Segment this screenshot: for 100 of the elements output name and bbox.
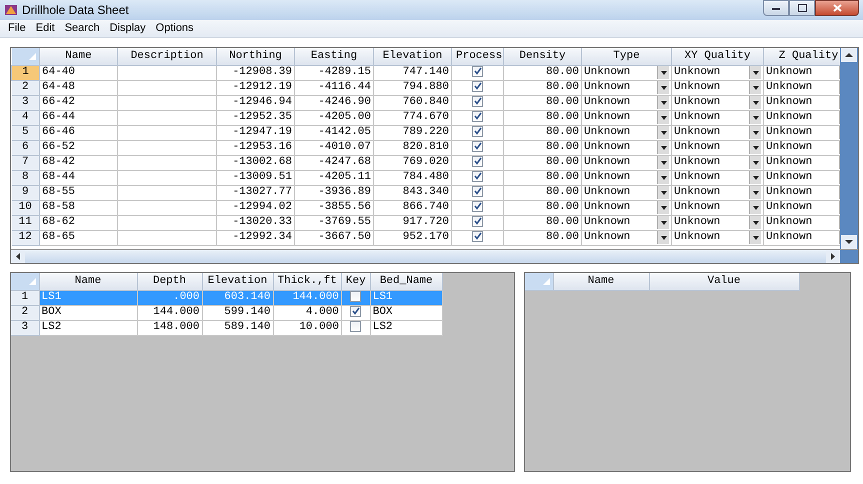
checkbox[interactable] xyxy=(472,80,483,92)
table-cell: 794.880 xyxy=(374,80,452,95)
minimize-button[interactable] xyxy=(763,0,789,16)
table-cell: -3769.55 xyxy=(294,215,374,230)
table-cell: -4116.44 xyxy=(294,80,374,95)
column-header[interactable]: Density xyxy=(504,48,582,65)
table-cell: 747.140 xyxy=(374,65,452,80)
caret-icon xyxy=(660,220,666,224)
table-cell: 144.000 xyxy=(273,290,342,305)
row-header[interactable]: 9 xyxy=(12,185,40,200)
caret-icon xyxy=(752,100,758,104)
table-cell: -4142.05 xyxy=(294,125,374,140)
vertical-scrollbar[interactable] xyxy=(840,48,858,249)
table-cell: -12947.19 xyxy=(216,125,294,140)
dropdown-value: Unknown xyxy=(584,66,630,79)
menu-item[interactable]: Options xyxy=(156,20,194,37)
column-header[interactable]: Depth xyxy=(137,273,202,290)
dropdown-value: Unknown xyxy=(674,141,720,154)
table-cell: 80.00 xyxy=(504,95,582,110)
row-header[interactable]: 3 xyxy=(11,320,39,335)
column-header[interactable]: Name xyxy=(40,48,118,65)
row-header[interactable]: 1 xyxy=(12,65,40,80)
row-header[interactable]: 7 xyxy=(12,155,40,170)
checkbox[interactable] xyxy=(472,140,483,152)
column-header[interactable]: Easting xyxy=(294,48,374,65)
caret-icon xyxy=(752,160,758,164)
close-button[interactable] xyxy=(815,0,859,16)
table-cell: 599.140 xyxy=(202,305,273,320)
checkbox[interactable] xyxy=(472,186,483,197)
table-cell: 952.170 xyxy=(374,230,452,245)
checkbox[interactable] xyxy=(350,306,362,317)
row-header[interactable]: 3 xyxy=(12,95,40,110)
table-cell: -3667.50 xyxy=(294,230,374,245)
menu-item[interactable]: Search xyxy=(64,20,100,37)
caret-icon xyxy=(660,160,666,164)
dropdown-value: Unknown xyxy=(674,231,720,244)
dropdown-value: Unknown xyxy=(674,66,720,79)
table-cell: LS1 xyxy=(39,290,137,305)
row-header[interactable]: 4 xyxy=(12,110,40,125)
table-cell: -4010.07 xyxy=(294,140,374,155)
caret-icon xyxy=(660,70,666,74)
table-cell: -4289.15 xyxy=(294,65,374,80)
table-cell: 80.00 xyxy=(504,155,582,170)
table-cell: 64-48 xyxy=(40,80,118,95)
column-header[interactable]: Key xyxy=(341,273,370,290)
checkbox[interactable] xyxy=(472,200,483,212)
column-header[interactable]: Process xyxy=(452,48,504,65)
row-header[interactable]: 6 xyxy=(12,140,40,155)
checkbox[interactable] xyxy=(472,230,483,242)
column-header[interactable]: Northing xyxy=(216,48,294,65)
checkbox[interactable] xyxy=(472,96,483,107)
row-header[interactable]: 11 xyxy=(12,215,40,230)
column-header[interactable]: Elevation xyxy=(374,48,452,65)
column-header[interactable]: Bed_Name xyxy=(370,273,442,290)
dropdown-value: Unknown xyxy=(584,231,630,244)
column-header[interactable]: Value xyxy=(649,273,799,290)
checkbox[interactable] xyxy=(472,216,483,227)
row-header[interactable]: 2 xyxy=(12,80,40,95)
table-cell: -13027.77 xyxy=(216,185,294,200)
row-header[interactable]: 12 xyxy=(12,230,40,245)
table-cell: 68-62 xyxy=(40,215,118,230)
column-header[interactable]: Type xyxy=(582,48,672,65)
checkbox[interactable] xyxy=(472,126,483,137)
dropdown-value: Unknown xyxy=(766,186,812,199)
checkbox[interactable] xyxy=(350,290,362,302)
table-cell: 80.00 xyxy=(504,65,582,80)
minimize-icon xyxy=(772,6,780,10)
table-cell: -13020.33 xyxy=(216,215,294,230)
table-cell: 68-58 xyxy=(40,200,118,215)
table-cell: 80.00 xyxy=(504,125,582,140)
table-cell: -4205.11 xyxy=(294,170,374,185)
row-header[interactable]: 10 xyxy=(12,200,40,215)
column-header[interactable]: Name xyxy=(553,273,649,290)
corner-triangle-icon xyxy=(29,52,36,60)
row-header[interactable]: 8 xyxy=(12,170,40,185)
table-cell: 66-42 xyxy=(40,95,118,110)
checkbox[interactable] xyxy=(350,320,362,332)
checkbox[interactable] xyxy=(472,170,483,182)
maximize-button[interactable] xyxy=(789,0,815,16)
row-header[interactable]: 5 xyxy=(12,125,40,140)
table-cell: 4.000 xyxy=(273,305,342,320)
caret-icon xyxy=(660,116,666,120)
menu-item[interactable]: File xyxy=(8,20,26,37)
column-header[interactable]: Description xyxy=(118,48,216,65)
horizontal-scrollbar[interactable] xyxy=(11,249,858,263)
column-header[interactable]: XY Quality xyxy=(672,48,764,65)
column-header[interactable]: Elevation xyxy=(202,273,273,290)
table-cell: 866.740 xyxy=(374,200,452,215)
menu-item[interactable]: Display xyxy=(110,20,146,37)
checkbox[interactable] xyxy=(472,66,483,77)
column-header[interactable]: Name xyxy=(39,273,137,290)
caret-icon xyxy=(660,130,666,134)
column-header[interactable]: Thick.,ft xyxy=(273,273,342,290)
row-header[interactable]: 2 xyxy=(11,305,39,320)
menu-item[interactable]: Edit xyxy=(36,20,55,37)
column-header[interactable]: Z Quality xyxy=(764,48,840,65)
row-header[interactable]: 1 xyxy=(11,290,39,305)
checkbox[interactable] xyxy=(472,110,483,122)
checkbox[interactable] xyxy=(472,156,483,167)
table-cell: -12994.02 xyxy=(216,200,294,215)
